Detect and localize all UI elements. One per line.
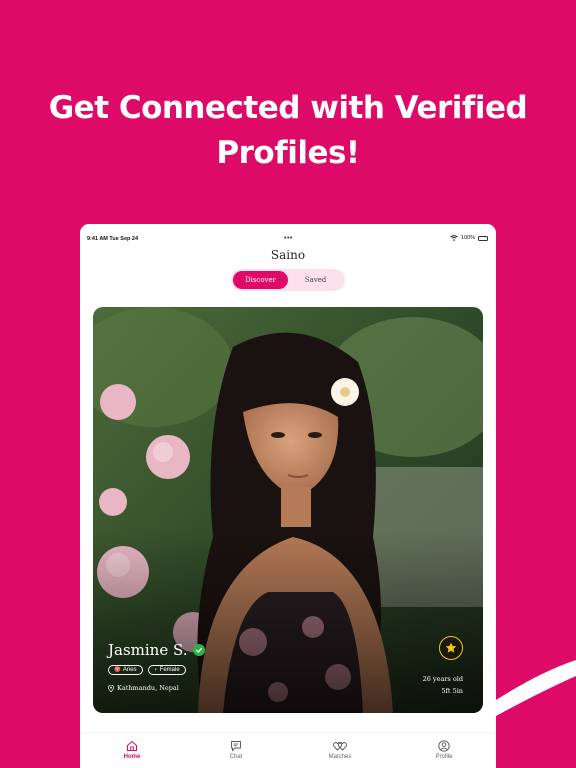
status-bar: 9:41 AM Tue Sep 24 ••• 100%	[80, 232, 496, 244]
chat-icon	[231, 741, 241, 752]
home-icon	[127, 740, 137, 751]
profile-height: 5ft 5in	[441, 687, 463, 695]
tab-profile[interactable]: Profile	[392, 733, 496, 768]
tag-gender: ♀ Female	[147, 665, 186, 675]
status-time: 9:41 AM Tue Sep 24	[87, 236, 139, 242]
location-pin-icon	[108, 684, 114, 692]
status-right: 100%	[450, 235, 488, 241]
profile-name: Jasmine S.	[108, 641, 188, 659]
tab-home-label: Home	[123, 754, 141, 760]
profile-meta: 26 years old 5ft 5in	[423, 673, 463, 697]
tab-discover[interactable]: Discover	[233, 271, 288, 289]
star-icon	[445, 642, 457, 653]
profile-card[interactable]: Jasmine S. ♈ Aries ♀ Female Kathmandu, N…	[93, 307, 483, 713]
battery-icon	[478, 235, 488, 241]
profile-tags: ♈ Aries ♀ Female	[108, 665, 186, 675]
wifi-icon	[450, 235, 458, 241]
tab-profile-label: Profile	[435, 754, 453, 760]
multitask-dots[interactable]: •••	[284, 235, 293, 242]
tab-matches-label: Matches	[328, 754, 352, 760]
tab-chat-label: Chat	[229, 754, 243, 760]
hearts-icon	[333, 742, 347, 751]
profile-location: Kathmandu, Nepal	[108, 684, 179, 692]
app-title: Saino	[270, 248, 306, 262]
segmented-control: Discover Saved	[231, 269, 345, 291]
tab-saved[interactable]: Saved	[288, 271, 343, 289]
aries-icon: ♈	[114, 667, 121, 673]
user-icon	[438, 740, 450, 752]
tab-home[interactable]: Home	[80, 733, 184, 768]
headline-line-2: Profiles!	[216, 135, 360, 171]
female-icon: ♀	[153, 667, 158, 673]
favorite-button[interactable]	[439, 636, 463, 660]
device-screen: 9:41 AM Tue Sep 24 ••• 100% Saino Discov…	[80, 224, 496, 768]
profile-age: 26 years old	[422, 675, 463, 683]
tag-zodiac: ♈ Aries	[108, 665, 143, 675]
profile-name-row: Jasmine S.	[108, 641, 205, 659]
battery-percent: 100%	[460, 235, 475, 241]
bottom-tab-bar: Home Chat Matches Profile	[80, 732, 496, 768]
verified-badge-icon	[192, 644, 205, 656]
headline-line-1: Get Connected with Verified	[48, 90, 528, 126]
headline: Get Connected with Verified Profiles!	[0, 86, 576, 176]
tab-matches[interactable]: Matches	[288, 733, 392, 768]
tab-chat[interactable]: Chat	[184, 733, 288, 768]
